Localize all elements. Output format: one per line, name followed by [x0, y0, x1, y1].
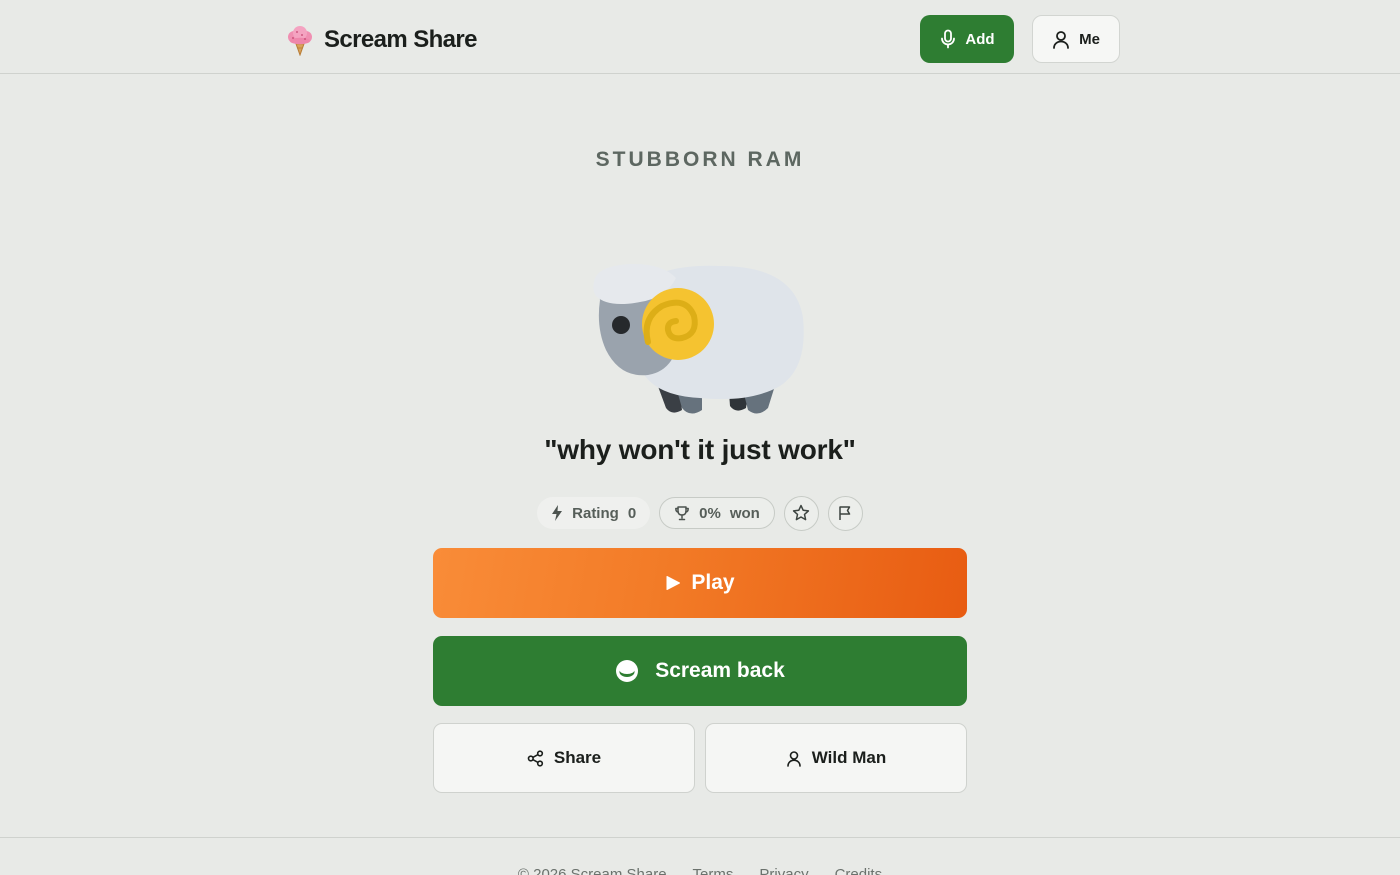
- favorite-button[interactable]: [783, 495, 819, 531]
- screaming-face-icon: [615, 659, 639, 683]
- trophy-icon: [674, 505, 690, 521]
- play-label: Play: [691, 571, 735, 594]
- terms-link[interactable]: Terms: [693, 866, 734, 875]
- play-icon: [665, 575, 681, 591]
- flag-icon: [838, 505, 852, 521]
- rating-label: Rating: [572, 504, 619, 522]
- footer: © 2026 Scream Share Terms Privacy Credit…: [0, 837, 1400, 875]
- win-rate-badge: 0% won: [659, 497, 775, 529]
- rating-value: 0: [627, 504, 637, 522]
- report-button[interactable]: [827, 495, 863, 531]
- microphone-icon: [939, 29, 957, 49]
- play-button[interactable]: Play: [433, 548, 967, 618]
- me-button[interactable]: Me: [1032, 15, 1120, 63]
- user-icon: [786, 750, 802, 767]
- win-rate-label: won: [729, 504, 760, 522]
- brand-name: Scream Share: [324, 26, 478, 53]
- win-rate-value: 0%: [699, 504, 721, 522]
- scream-title: STUBBORN RAM: [595, 148, 805, 171]
- lightning-icon: [551, 505, 563, 521]
- scream-back-button[interactable]: Scream back: [433, 636, 967, 706]
- scream-quote: "why won't it just work": [544, 434, 856, 465]
- footer-links: © 2026 Scream Share Terms Privacy Credit…: [0, 866, 1400, 875]
- ice-cream-icon: [286, 24, 314, 56]
- credits-link[interactable]: Credits: [835, 866, 883, 875]
- star-icon: [792, 504, 810, 522]
- privacy-link[interactable]: Privacy: [759, 866, 808, 875]
- user-icon: [1052, 30, 1070, 49]
- add-button[interactable]: Add: [920, 15, 1014, 63]
- share-button[interactable]: Share: [433, 723, 695, 793]
- brand-link[interactable]: Scream Share: [286, 24, 478, 56]
- creator-name: Wild Man: [811, 748, 887, 767]
- copyright-text: © 2026 Scream Share: [517, 866, 667, 875]
- stats-row: Rating 0 0% won: [0, 495, 1400, 531]
- share-label: Share: [553, 748, 602, 767]
- top-bar: Scream Share Add Me: [0, 0, 1400, 74]
- creator-profile-button[interactable]: Wild Man: [705, 723, 967, 793]
- rating-badge: Rating 0: [537, 497, 651, 529]
- scream-back-label: Scream back: [655, 659, 785, 682]
- add-label: Add: [965, 30, 995, 48]
- me-label: Me: [1079, 30, 1100, 48]
- ram-icon: [590, 258, 810, 423]
- share-icon: [527, 749, 544, 767]
